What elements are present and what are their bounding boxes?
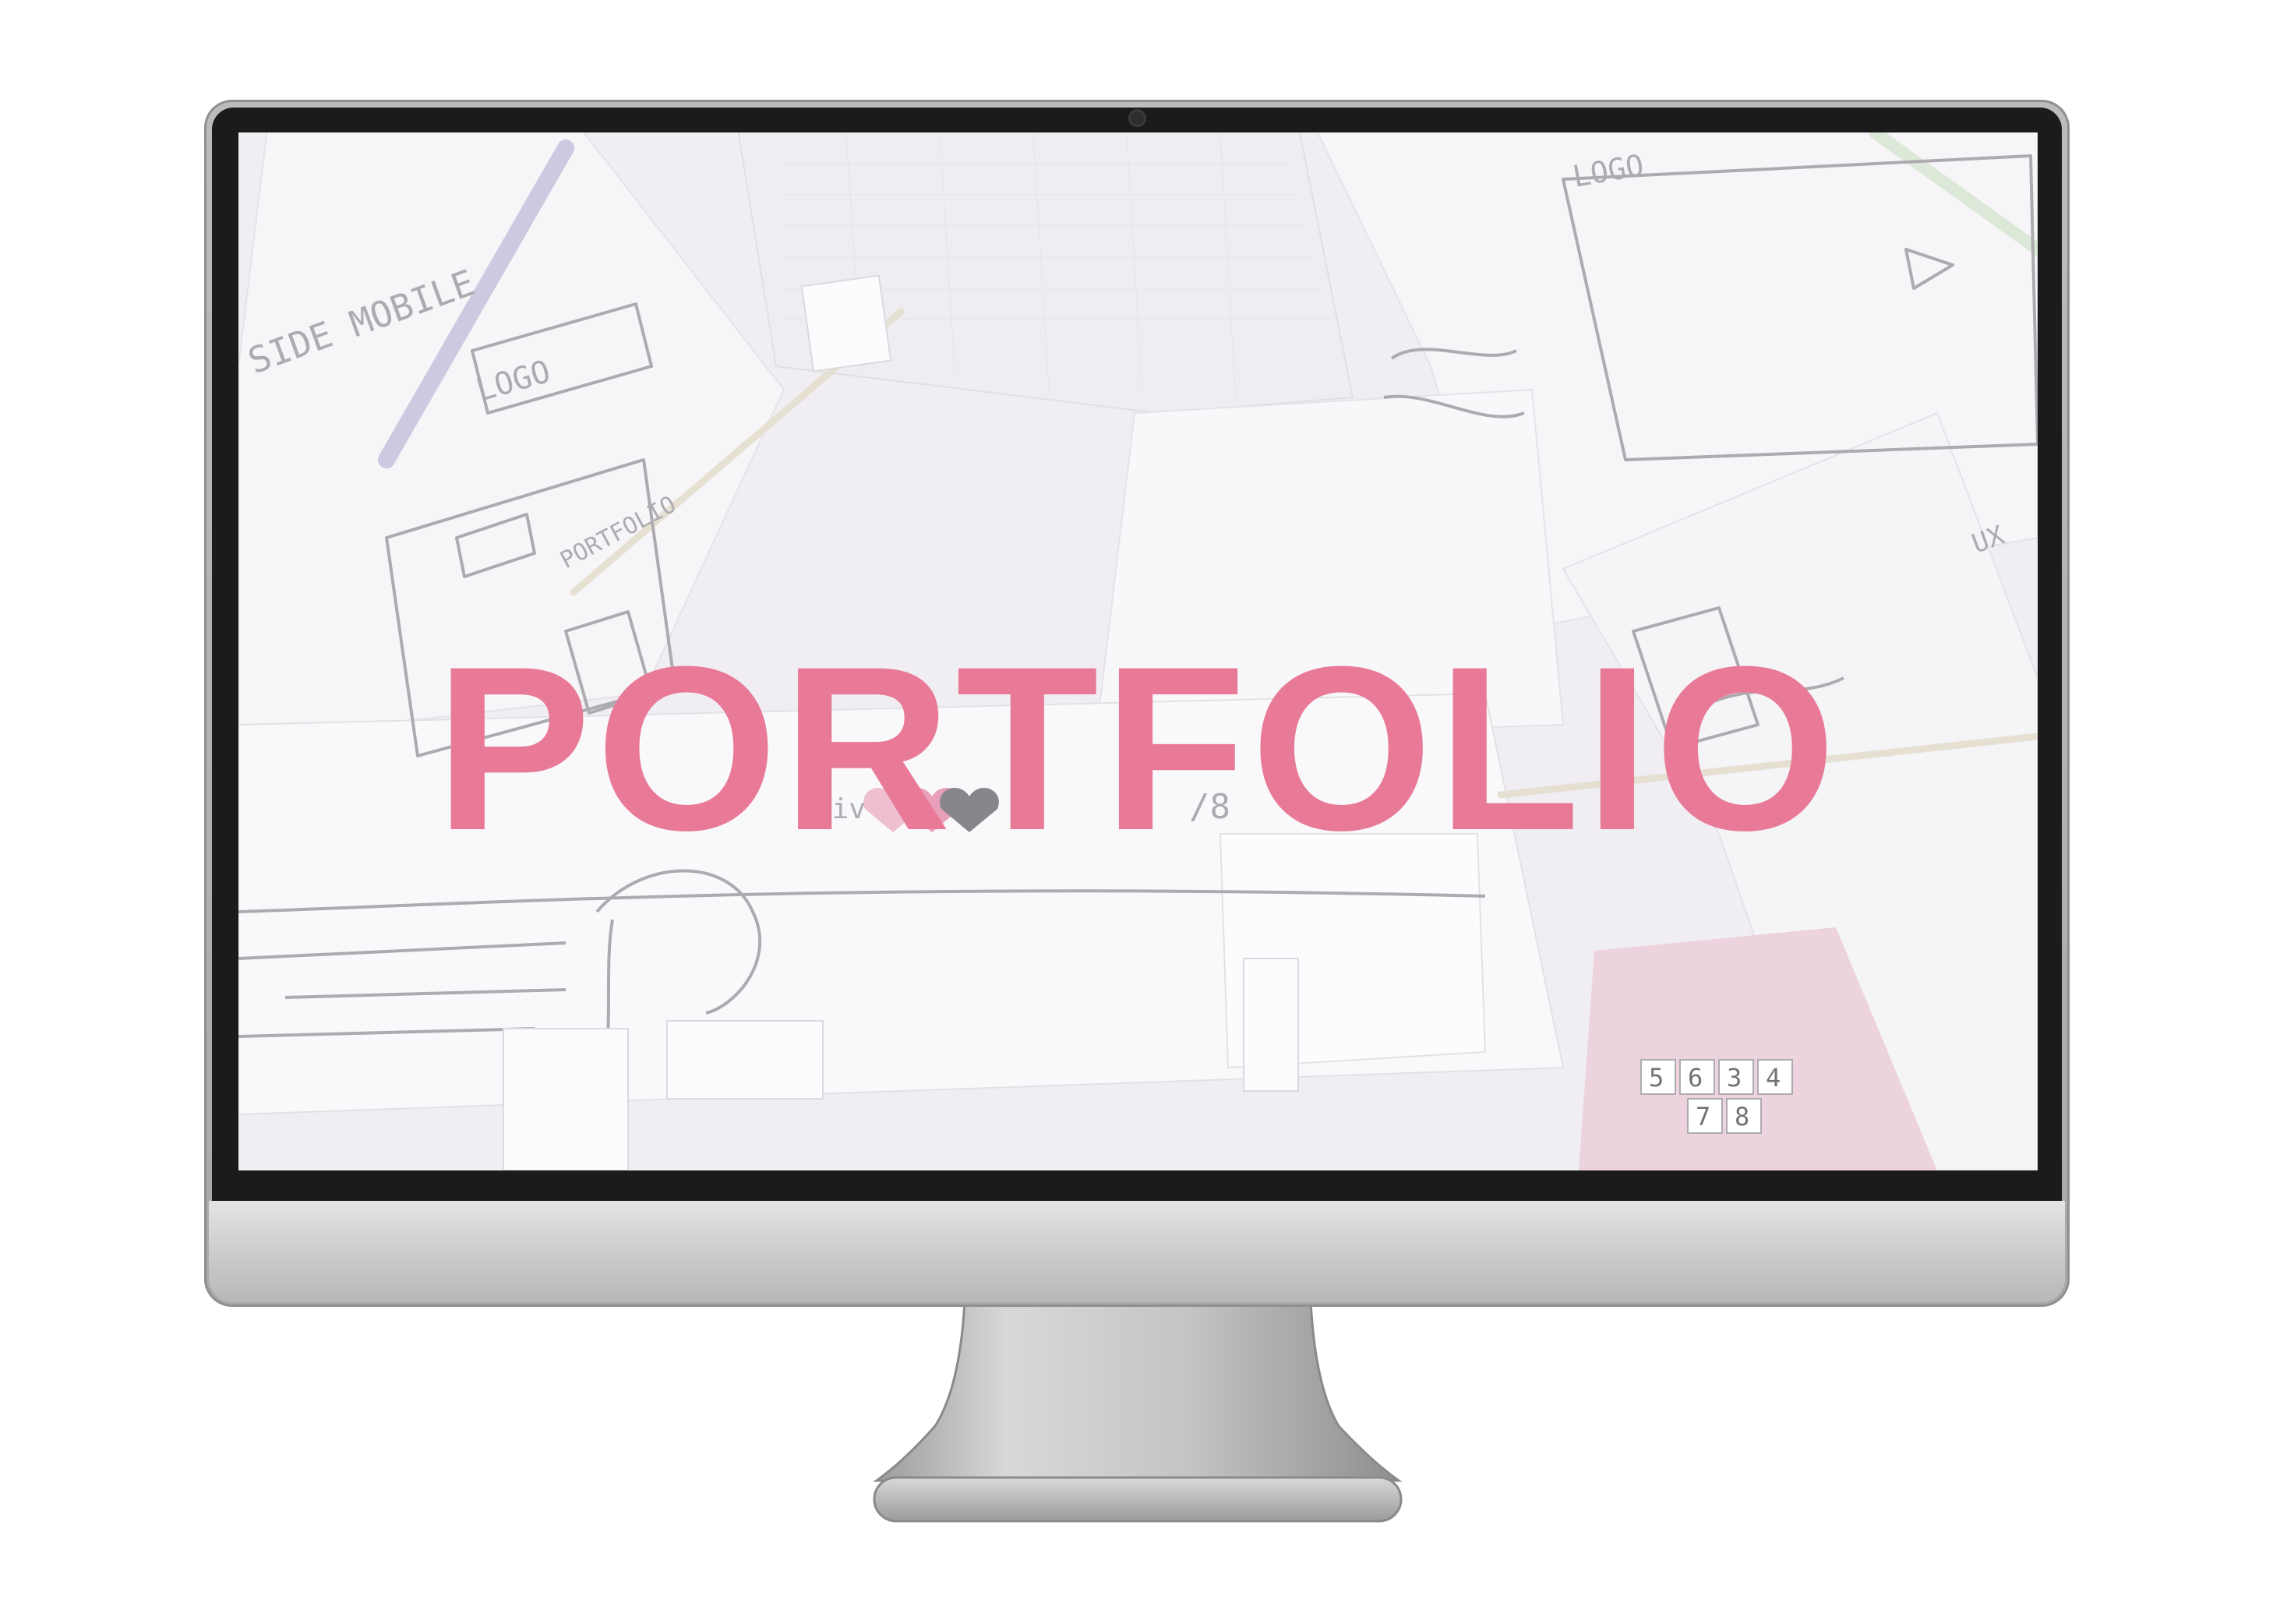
website-screen: SIDE MOBILE LOGO LOGO PORTFOLIO UX liv /…: [238, 132, 2038, 1170]
monitor-mockup: SIDE MOBILE LOGO LOGO PORTFOLIO UX liv /…: [0, 0, 2273, 1624]
monitor-chin: [209, 1201, 2065, 1302]
webcam-icon: [1131, 111, 1144, 125]
hero-title: PORTFOLIO: [435, 617, 1841, 879]
